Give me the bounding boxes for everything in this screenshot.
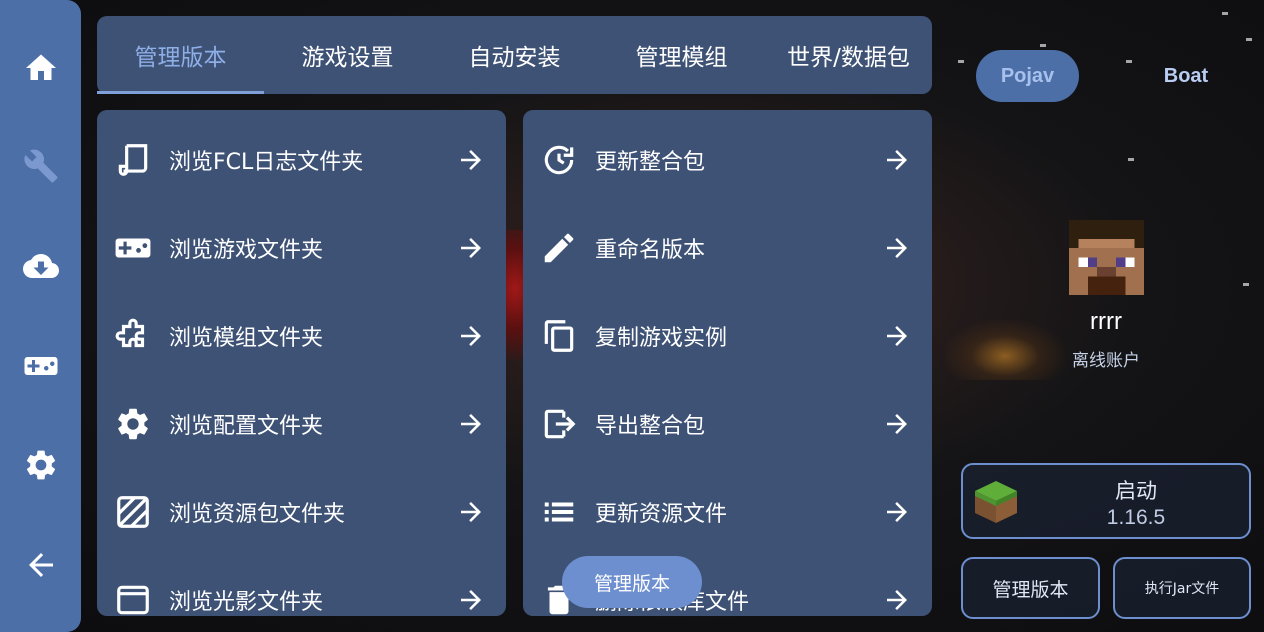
list-item-label: 浏览光影文件夹 <box>169 590 324 615</box>
list-item-label: 复制游戏实例 <box>595 326 728 351</box>
list-item-browse-game-folder[interactable]: 浏览游戏文件夹 <box>97 204 506 292</box>
arrow-right-icon <box>887 590 907 610</box>
wrench-icon <box>23 149 57 183</box>
list-item-browse-mods-folder[interactable]: 浏览模组文件夹 <box>97 292 506 380</box>
list-item-label: 更新整合包 <box>595 150 706 175</box>
list-item-browse-fcl-logs[interactable]: 浏览FCL日志文件夹 <box>97 116 506 204</box>
list-item-browse-shaders-folder[interactable]: 浏览光影文件夹 <box>97 556 506 616</box>
launcher-option-pojav[interactable]: Pojav <box>976 50 1079 102</box>
list-item-update-assets[interactable]: 更新资源文件 <box>523 468 932 556</box>
arrow-right-icon <box>461 150 481 170</box>
sidebar-item-manage[interactable] <box>0 138 81 194</box>
puzzle-icon <box>113 316 153 356</box>
window-icon <box>113 580 153 616</box>
sidebar-item-games[interactable] <box>0 338 81 394</box>
gamepad-icon <box>113 228 153 268</box>
arrow-right-icon <box>461 326 481 346</box>
list-item-browse-resourcepacks-folder[interactable]: 浏览资源包文件夹 <box>97 468 506 556</box>
right-action-panel: 更新整合包 重命名版本 复制游戏实例 导出整合包 更新资源文件 删除依赖库文件 <box>523 110 932 616</box>
arrow-right-icon <box>887 326 907 346</box>
list-item-label: 浏览配置文件夹 <box>169 414 324 439</box>
tab-manage-version[interactable]: 管理版本 <box>97 16 264 94</box>
arrow-right-icon <box>461 238 481 258</box>
tab-manage-mods[interactable]: 管理模组 <box>598 16 765 94</box>
steve-avatar[interactable] <box>1069 220 1144 295</box>
texture-icon <box>113 492 153 532</box>
sidebar-item-settings[interactable] <box>0 437 81 493</box>
tab-auto-install[interactable]: 自动安装 <box>431 16 598 94</box>
sidebar-item-home[interactable] <box>0 40 81 96</box>
list-item-export-modpack[interactable]: 导出整合包 <box>523 380 932 468</box>
arrow-right-icon <box>887 238 907 258</box>
list-item-label: 更新资源文件 <box>595 502 728 527</box>
list-item-label: 浏览游戏文件夹 <box>169 238 324 263</box>
export-icon <box>539 404 579 444</box>
grass-block-icon <box>975 481 1017 523</box>
tab-worlds-datapacks[interactable]: 世界/数据包 <box>765 16 932 94</box>
back-arrow-icon <box>28 553 53 577</box>
account-name: rrrr <box>1090 308 1122 335</box>
launch-label: 启动 <box>1115 479 1157 503</box>
list-item-label: 重命名版本 <box>595 238 706 263</box>
list-item-update-modpack[interactable]: 更新整合包 <box>523 116 932 204</box>
tab-game-settings[interactable]: 游戏设置 <box>264 16 431 94</box>
gear-icon <box>113 404 153 444</box>
list-item-label: 浏览FCL日志文件夹 <box>169 150 364 175</box>
account-type: 离线账户 <box>1072 351 1140 371</box>
list-item-label: 浏览资源包文件夹 <box>169 502 346 527</box>
launcher-option-boat[interactable]: Boat <box>1136 50 1236 102</box>
arrow-right-icon <box>887 150 907 170</box>
copy-icon <box>539 316 579 356</box>
launch-game-button[interactable]: 启动 1.16.5 <box>961 463 1251 539</box>
launch-version: 1.16.5 <box>1106 506 1166 529</box>
list-item-rename-version[interactable]: 重命名版本 <box>523 204 932 292</box>
tab-bar: 管理版本 游戏设置 自动安装 管理模组 世界/数据包 <box>97 16 932 94</box>
arrow-right-icon <box>887 502 907 522</box>
home-icon <box>25 54 56 80</box>
list-item-browse-config-folder[interactable]: 浏览配置文件夹 <box>97 380 506 468</box>
sidebar <box>0 0 81 632</box>
scroll-icon <box>113 140 153 180</box>
arrow-right-icon <box>887 414 907 434</box>
arrow-right-icon <box>461 590 481 610</box>
run-jar-button[interactable]: 执行Jar文件 <box>1113 557 1251 619</box>
arrow-right-icon <box>461 502 481 522</box>
list-item-duplicate-instance[interactable]: 复制游戏实例 <box>523 292 932 380</box>
left-action-panel: 浏览FCL日志文件夹 浏览游戏文件夹 浏览模组文件夹 浏览配置文件夹 浏览资源包… <box>97 110 506 616</box>
floating-section-label[interactable]: 管理版本 <box>562 556 702 608</box>
list-icon <box>539 492 579 532</box>
list-item-label: 导出整合包 <box>595 414 706 439</box>
update-icon <box>539 140 579 180</box>
sidebar-item-back[interactable] <box>0 537 81 593</box>
gamepad-icon <box>24 357 57 375</box>
sidebar-item-download[interactable] <box>0 238 81 294</box>
manage-version-button[interactable]: 管理版本 <box>961 557 1100 619</box>
pencil-icon <box>539 228 579 268</box>
cloud-download-icon <box>22 254 59 278</box>
list-item-label: 浏览模组文件夹 <box>169 326 324 351</box>
gear-icon <box>26 450 55 480</box>
arrow-right-icon <box>461 414 481 434</box>
